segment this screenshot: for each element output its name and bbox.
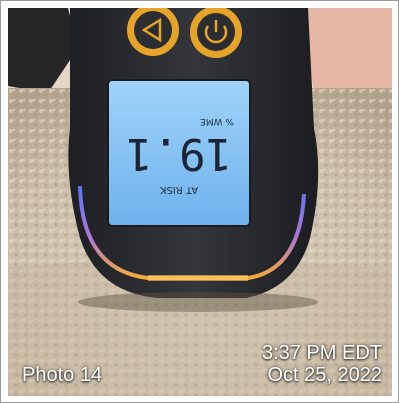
reading-unit: % WME (200, 116, 234, 126)
reading-value: 19.1 (126, 128, 232, 179)
photo-scene: AT RISK 19.1 % WME (8, 8, 392, 396)
photo-frame: AT RISK 19.1 % WME 3:37 PM EDT Oct 25, 2… (0, 0, 399, 403)
photo-date: Oct 25, 2022 (267, 364, 382, 386)
photo-label: Photo 14 (22, 364, 103, 386)
photo-time: 3:37 PM EDT (261, 342, 382, 364)
moisture-meter-photo: AT RISK 19.1 % WME 3:37 PM EDT Oct 25, 2… (8, 8, 392, 396)
status-text: AT RISK (159, 184, 198, 195)
